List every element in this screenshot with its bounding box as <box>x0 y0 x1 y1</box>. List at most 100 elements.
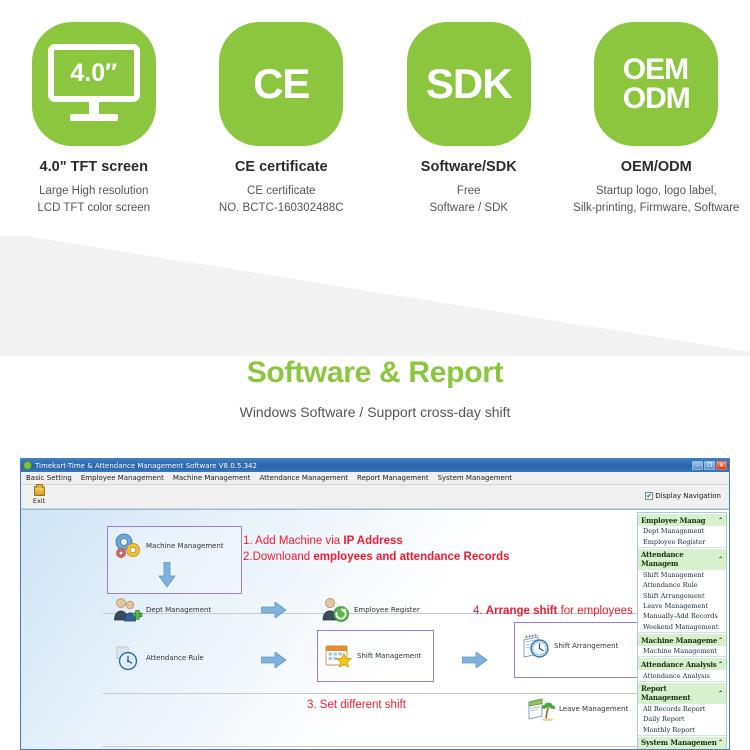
feature-description-line-1: Free <box>456 185 481 197</box>
chevron-up-icon[interactable]: ⌃ <box>718 517 723 524</box>
workflow-node-shift-arrangement[interactable]: Shift Arrangement <box>521 632 618 660</box>
chevron-up-icon[interactable]: ⌃ <box>718 637 723 644</box>
nav-item-manually-add-records[interactable]: Manually-Add Records <box>638 611 726 621</box>
feature-description: Free Software / SDK <box>429 183 508 216</box>
annotation-step-2-text: Downloand <box>252 550 314 563</box>
minimize-button[interactable]: – <box>692 461 703 470</box>
annotation-step-4-text: for employees <box>557 605 633 617</box>
nav-item-weekend-management[interactable]: Weekend Management <box>638 622 726 632</box>
nav-item-all-records-report[interactable]: All Records Report <box>638 704 726 714</box>
menu-item-basic-setting[interactable]: Basic Setting <box>26 474 72 482</box>
sdk-badge-icon: SDK <box>406 22 531 146</box>
workflow-node-label: Leave Management <box>559 705 629 713</box>
ce-badge-label: CE <box>253 60 310 108</box>
open-folder-icon <box>33 484 45 496</box>
feature-card-tft-screen: 4.0″ 4.0" TFT screen Large High resoluti… <box>0 0 188 236</box>
display-navigation-checkbox[interactable]: ✔ Display Navigation <box>645 492 721 500</box>
nav-item-shift-management[interactable]: Shift Management <box>638 570 726 580</box>
feature-title: 4.0" TFT screen <box>39 159 148 175</box>
app-logo-icon <box>23 461 32 470</box>
menu-bar: Basic Setting Employee Management Machin… <box>21 472 729 485</box>
calendar-star-icon <box>324 642 354 670</box>
nav-item-dept-management[interactable]: Dept Management <box>638 526 726 536</box>
annotation-step-3-number: 3. <box>307 699 320 711</box>
nav-group-system-management: System Managemen ⌃ Database Backup About… <box>638 735 726 749</box>
monitor-icon-label: 4.0″ <box>70 58 118 87</box>
menu-item-machine-management[interactable]: Machine Management <box>173 474 251 482</box>
workflow-node-leave-management[interactable]: Leave Management <box>526 695 628 723</box>
window-title-bar: Timekart-Time & Attendance Management So… <box>21 459 729 472</box>
chevron-up-icon[interactable]: ⌃ <box>718 690 723 697</box>
chevron-up-icon[interactable]: ⌃ <box>718 556 723 563</box>
workflow-node-employee-register[interactable]: Employee Register <box>321 596 420 624</box>
annotation-step-1-bold: IP Address <box>343 535 403 547</box>
application-window: Timekart-Time & Attendance Management So… <box>20 458 730 750</box>
feature-description: CE certificate NO. BCTC-160302488C <box>219 183 344 216</box>
workflow-node-label: Dept Management <box>146 606 212 614</box>
workflow-node-shift-management[interactable]: Shift Management <box>324 642 421 670</box>
software-report-header: Software & Report Windows Software / Sup… <box>0 356 750 420</box>
annotation-step-4-number: 4. <box>473 605 486 617</box>
feature-description: Large High resolution LCD TFT color scre… <box>37 183 150 216</box>
nav-group-header[interactable]: Employee Manag ⌃ <box>638 513 726 526</box>
arrow-right-icon-3 <box>461 651 488 669</box>
window-title: Timekart-Time & Attendance Management So… <box>35 461 257 470</box>
checkbox-check-icon[interactable]: ✔ <box>645 492 654 500</box>
workflow-node-label: Shift Management <box>357 652 422 660</box>
arrow-right-icon-2 <box>260 651 287 669</box>
nav-item-attendance-rule[interactable]: Attendance Rule <box>638 580 726 590</box>
feature-title: OEM/ODM <box>620 159 692 175</box>
nav-group-header[interactable]: Machine Manageme ⌃ <box>638 633 726 646</box>
menu-item-attendance-management[interactable]: Attendance Management <box>259 474 348 482</box>
nav-item-monthly-report[interactable]: Monthly Report <box>638 725 726 735</box>
exit-button-label: Exit <box>32 497 46 505</box>
maximize-button[interactable]: ❐ <box>704 461 715 470</box>
nav-group-header[interactable]: Report Management ⌃ <box>638 681 726 704</box>
feature-description-line-2: NO. BCTC-160302488C <box>218 201 344 214</box>
chevron-up-icon[interactable]: ⌃ <box>718 661 723 668</box>
oem-odm-badge-icon: OEM ODM <box>594 22 719 146</box>
nav-item-daily-report[interactable]: Daily Report <box>638 714 726 724</box>
workflow-node-dept-management[interactable]: Dept Management <box>113 596 211 624</box>
chevron-up-icon[interactable]: ⌃ <box>718 739 723 746</box>
nav-group-title: System Managemen <box>641 738 717 748</box>
close-button[interactable]: ✕ <box>716 461 727 470</box>
nav-item-shift-arrangement[interactable]: Shift Arrangement <box>638 591 726 601</box>
feature-card-oem-odm: OEM ODM OEM/ODM Startup logo, logo label… <box>563 0 750 236</box>
menu-item-system-management[interactable]: System Management <box>438 474 512 482</box>
nav-item-leave-management[interactable]: Leave Management <box>638 601 726 611</box>
sdk-badge-label: SDK <box>425 60 513 108</box>
workflow-divider-2 <box>103 693 643 694</box>
nav-item-employee-register[interactable]: Employee Register <box>638 536 726 546</box>
menu-item-employee-management[interactable]: Employee Management <box>81 474 164 482</box>
menu-item-report-management[interactable]: Report Management <box>357 474 429 482</box>
nav-group-employee-management: Employee Manag ⌃ Dept Management Employe… <box>638 513 726 548</box>
nav-group-title: Attendance Managem <box>641 550 684 569</box>
nav-group-header[interactable]: Attendance Managem ⌃ <box>638 547 726 570</box>
workflow-node-machine-management[interactable]: Machine Management <box>113 532 224 560</box>
nav-group-header[interactable]: Attendance Analysis ⌃ <box>638 657 726 671</box>
exit-button[interactable]: Exit <box>26 484 52 505</box>
monitor-icon: 4.0″ <box>31 22 156 146</box>
calendar-clock-icon <box>521 632 551 660</box>
tool-bar: Exit ✔ Display Navigation <box>21 484 729 509</box>
workflow-node-label: Attendance Rule <box>146 654 204 662</box>
feature-title: Software/SDK <box>420 159 517 175</box>
nav-item-machine-management[interactable]: Machine Management <box>638 646 726 656</box>
annotation-step-3: 3. Set different shift <box>307 698 406 714</box>
nav-item-attendance-analysis[interactable]: Attendance Analysis <box>638 670 726 680</box>
nav-group-attendance-analysis: Attendance Analysis ⌃ Attendance Analysi… <box>638 657 726 682</box>
page-title: Software & Report <box>246 356 504 389</box>
clock-rule-icon <box>113 644 143 672</box>
nav-group-header[interactable]: System Managemen ⌃ <box>638 735 726 749</box>
annotation-step-1-text: Add Machine via <box>255 535 344 547</box>
annotation-step-3-text: Set different shift <box>319 699 406 711</box>
annotation-step-1-number: 1. <box>243 535 256 547</box>
nav-group-title: Employee Manag <box>641 515 706 525</box>
window-controls: – ❐ ✕ <box>692 461 727 470</box>
feature-description-line-1: Large High resolution <box>39 185 149 197</box>
annotation-step-4-bold: Arrange shift <box>485 605 558 617</box>
oem-badge-line-2: ODM <box>622 82 691 115</box>
workflow-node-attendance-rule[interactable]: Attendance Rule <box>113 644 204 672</box>
feature-card-ce-certificate: CE CE certificate CE certificate NO. BCT… <box>188 0 376 236</box>
